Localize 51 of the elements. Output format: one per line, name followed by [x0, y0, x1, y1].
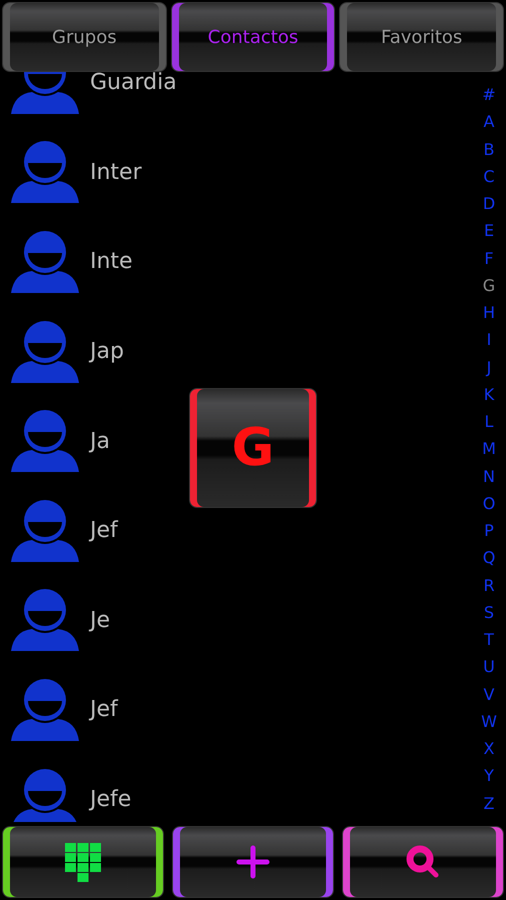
contact-name[interactable]: Guardia	[90, 70, 177, 96]
index-letter[interactable]: Q	[477, 544, 501, 572]
index-letter[interactable]: #	[477, 81, 501, 108]
avatar-icon	[10, 678, 80, 741]
index-letter[interactable]: C	[477, 162, 501, 190]
index-letter[interactable]: M	[477, 435, 501, 462]
tab[interactable]: Favoritos	[339, 2, 504, 72]
avatar-icon	[10, 410, 80, 472]
index-letter[interactable]: A	[477, 108, 501, 136]
index-letter[interactable]: E	[477, 217, 501, 244]
search-button[interactable]	[342, 826, 504, 898]
index-letter[interactable]: T	[477, 626, 501, 654]
index-letter[interactable]: K	[477, 380, 501, 408]
contact-name[interactable]: Inter	[90, 160, 142, 185]
index-letter[interactable]: I	[477, 326, 501, 354]
index-letter[interactable]: P	[477, 517, 501, 544]
index-letter[interactable]: J	[477, 354, 501, 381]
dialpad-button[interactable]	[2, 826, 164, 898]
tab[interactable]: Contactos	[170, 2, 336, 72]
avatar-icon	[10, 500, 80, 562]
index-letter[interactable]: G	[477, 272, 501, 299]
index-letter[interactable]: X	[477, 735, 501, 762]
contact-name[interactable]: Inte	[90, 249, 133, 274]
index-letter[interactable]: V	[477, 680, 501, 708]
index-letter[interactable]: F	[477, 244, 501, 272]
index-letter[interactable]: D	[477, 190, 501, 218]
avatar-icon	[10, 230, 80, 293]
index-letter[interactable]: Z	[477, 790, 501, 817]
index-letter[interactable]: L	[477, 408, 501, 436]
index-letter[interactable]: R	[477, 572, 501, 599]
avatar-icon	[10, 589, 80, 652]
dialpad-icon	[63, 842, 103, 882]
contact-name[interactable]: Jef	[90, 518, 118, 544]
index-letter[interactable]: U	[477, 653, 501, 680]
add-button[interactable]	[172, 826, 334, 898]
contact-name[interactable]: Jap	[90, 339, 124, 364]
index-letter[interactable]: Y	[477, 762, 501, 790]
tab[interactable]: Grupos	[2, 2, 167, 72]
contact-name[interactable]: Jefe	[90, 787, 132, 812]
contact-name[interactable]: Jef	[90, 697, 118, 722]
contact-name[interactable]: Ja	[90, 428, 110, 454]
index-letter[interactable]: B	[477, 136, 501, 163]
index-letter[interactable]: W	[477, 708, 501, 735]
index-letter[interactable]: O	[477, 490, 501, 517]
letter-popup: G	[189, 388, 317, 508]
index-letter[interactable]: S	[477, 598, 501, 626]
contact-name[interactable]: Je	[90, 608, 110, 633]
avatar-icon	[10, 320, 80, 383]
index-letter[interactable]: N	[477, 462, 501, 490]
avatar-icon	[10, 141, 80, 204]
index-letter[interactable]: H	[477, 299, 501, 326]
